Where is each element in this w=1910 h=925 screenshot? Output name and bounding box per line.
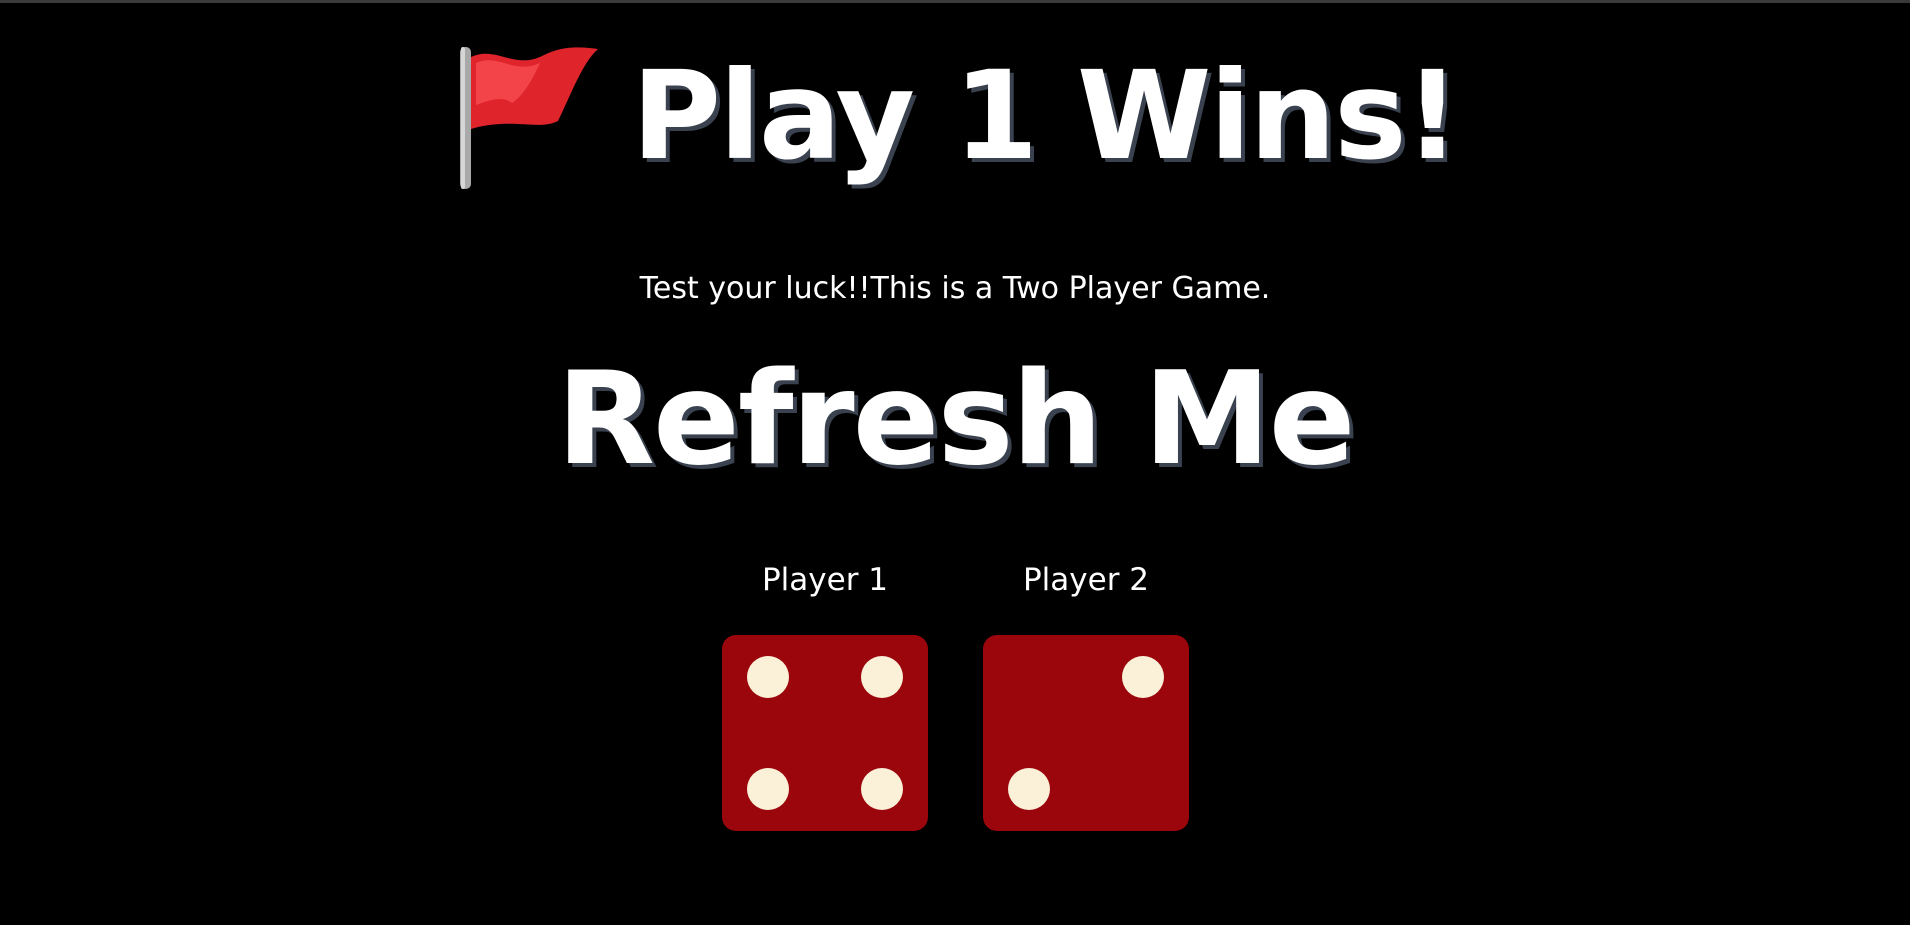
player-2-label: Player 2	[1022, 562, 1150, 598]
window-top-border	[0, 0, 1910, 3]
player-2-panel: Player 2	[983, 555, 1189, 831]
page-title: Play 1 Wins!	[631, 45, 1461, 187]
player-1-label: Player 1	[761, 562, 889, 598]
red-flag-icon	[452, 41, 602, 191]
game-description: Test your luck!!This is a Two Player Gam…	[639, 271, 1271, 306]
title-row: Play 1 Wins!	[0, 36, 1910, 196]
dice-two-icon	[983, 635, 1189, 831]
player-1-panel: Player 1	[722, 555, 928, 831]
refresh-heading[interactable]: Refresh Me	[0, 349, 1910, 491]
dice-four-icon	[722, 635, 928, 831]
